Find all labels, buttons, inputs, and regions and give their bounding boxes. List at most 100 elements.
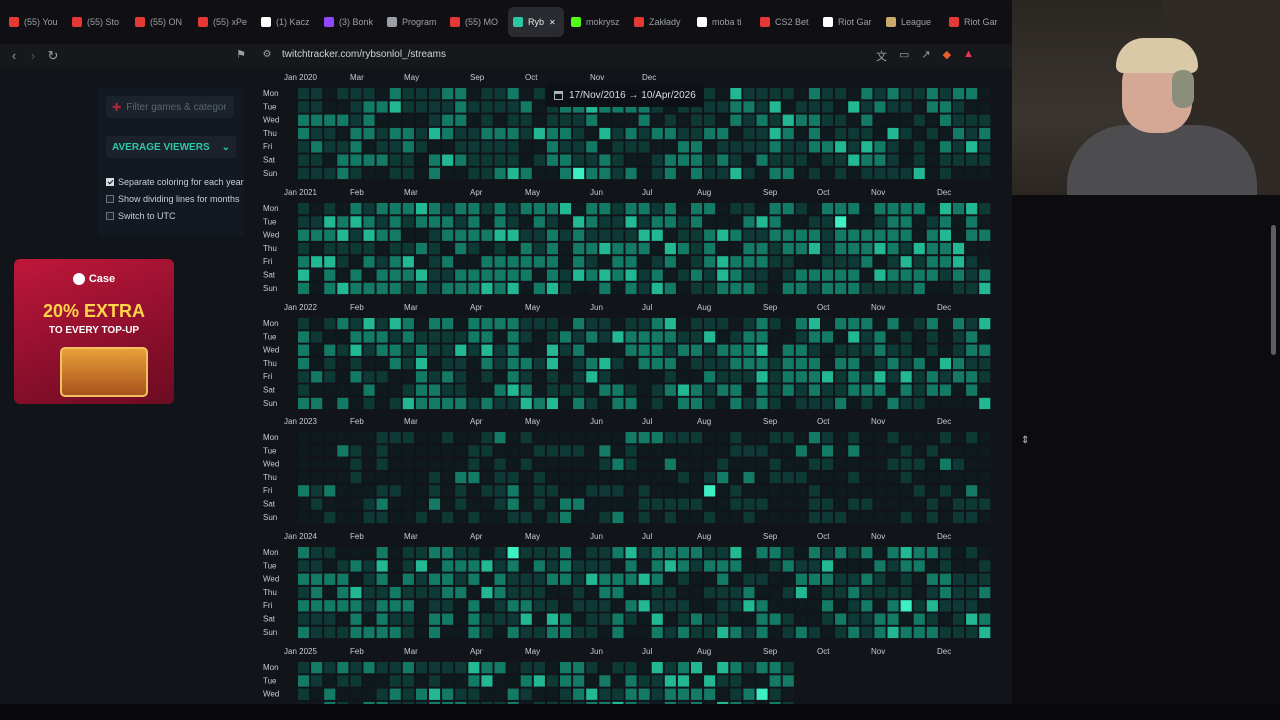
heatmap-cell[interactable]: [455, 229, 467, 241]
heatmap-cell[interactable]: [730, 458, 742, 470]
heatmap-cell[interactable]: [311, 331, 323, 343]
heatmap-cell[interactable]: [808, 384, 820, 396]
heatmap-cell[interactable]: [546, 154, 558, 166]
heatmap-cell[interactable]: [887, 547, 899, 559]
heatmap-cell[interactable]: [756, 662, 768, 674]
heatmap-cell[interactable]: [468, 384, 480, 396]
heatmap-cell[interactable]: [573, 471, 585, 484]
heatmap-cell[interactable]: [651, 432, 663, 444]
heatmap-cell[interactable]: [311, 384, 323, 396]
heatmap-cell[interactable]: [415, 357, 427, 370]
heatmap-cell[interactable]: [743, 242, 755, 255]
heatmap-cell[interactable]: [677, 344, 689, 356]
heatmap-cell[interactable]: [402, 511, 414, 524]
heatmap-cell[interactable]: [913, 318, 925, 330]
heatmap-cell[interactable]: [704, 269, 716, 281]
heatmap-cell[interactable]: [533, 242, 545, 255]
heatmap-cell[interactable]: [599, 384, 611, 396]
heatmap-cell[interactable]: [638, 445, 650, 457]
heatmap-cell[interactable]: [494, 445, 506, 457]
heatmap-cell[interactable]: [625, 485, 637, 497]
heatmap-cell[interactable]: [311, 269, 323, 281]
heatmap-cell[interactable]: [311, 318, 323, 330]
heatmap-cell[interactable]: [520, 256, 532, 268]
heatmap-cell[interactable]: [717, 397, 729, 410]
heatmap-cell[interactable]: [324, 88, 336, 100]
heatmap-cell[interactable]: [795, 114, 807, 126]
heatmap-cell[interactable]: [520, 216, 532, 228]
heatmap-cell[interactable]: [573, 458, 585, 470]
heatmap-cell[interactable]: [782, 560, 794, 572]
heatmap-cell[interactable]: [979, 331, 991, 343]
heatmap-cell[interactable]: [939, 511, 951, 524]
heatmap-cell[interactable]: [415, 547, 427, 559]
heatmap-cell[interactable]: [429, 282, 441, 295]
heatmap-cell[interactable]: [979, 471, 991, 484]
heatmap-cell[interactable]: [376, 88, 388, 100]
heatmap-cell[interactable]: [612, 229, 624, 241]
heatmap-cell[interactable]: [979, 458, 991, 470]
heatmap-cell[interactable]: [612, 154, 624, 166]
heatmap-cell[interactable]: [533, 318, 545, 330]
heatmap-cell[interactable]: [691, 397, 703, 410]
heatmap-cell[interactable]: [520, 344, 532, 356]
heatmap-cell[interactable]: [311, 547, 323, 559]
heatmap-cell[interactable]: [808, 256, 820, 268]
heatmap-cell[interactable]: [625, 216, 637, 228]
heatmap-cell[interactable]: [939, 471, 951, 484]
heatmap-cell[interactable]: [415, 242, 427, 255]
heatmap-cell[interactable]: [717, 586, 729, 599]
heatmap-cell[interactable]: [651, 600, 663, 612]
heatmap-cell[interactable]: [795, 626, 807, 639]
heatmap-cell[interactable]: [808, 626, 820, 639]
heatmap-cell[interactable]: [311, 242, 323, 255]
heatmap-cell[interactable]: [926, 203, 938, 215]
heatmap-cell[interactable]: [546, 384, 558, 396]
heatmap-cell[interactable]: [926, 397, 938, 410]
heatmap-cell[interactable]: [455, 114, 467, 126]
heatmap-cell[interactable]: [664, 471, 676, 484]
heatmap-cell[interactable]: [861, 114, 873, 126]
heatmap-cell[interactable]: [900, 397, 912, 410]
heatmap-cell[interactable]: [533, 203, 545, 215]
heatmap-cell[interactable]: [298, 445, 310, 457]
heatmap-cell[interactable]: [822, 203, 834, 215]
heatmap-cell[interactable]: [455, 242, 467, 255]
heatmap-cell[interactable]: [782, 88, 794, 100]
heatmap-cell[interactable]: [677, 282, 689, 295]
heatmap-cell[interactable]: [743, 560, 755, 572]
heatmap-cell[interactable]: [560, 547, 572, 559]
heatmap-cell[interactable]: [979, 114, 991, 126]
heatmap-cell[interactable]: [900, 586, 912, 599]
heatmap-cell[interactable]: [900, 216, 912, 228]
heatmap-cell[interactable]: [533, 331, 545, 343]
heatmap-cell[interactable]: [638, 256, 650, 268]
heatmap-cell[interactable]: [429, 101, 441, 113]
heatmap-cell[interactable]: [717, 203, 729, 215]
heatmap-cell[interactable]: [717, 471, 729, 484]
heatmap-cell[interactable]: [612, 675, 624, 687]
heatmap-cell[interactable]: [625, 167, 637, 180]
heatmap-cell[interactable]: [429, 229, 441, 241]
heatmap-cell[interactable]: [599, 688, 611, 700]
heatmap-cell[interactable]: [324, 600, 336, 612]
heatmap-cell[interactable]: [481, 101, 493, 113]
heatmap-cell[interactable]: [848, 318, 860, 330]
heatmap-cell[interactable]: [822, 485, 834, 497]
heatmap-cell[interactable]: [507, 560, 519, 572]
heatmap-cell[interactable]: [546, 242, 558, 255]
heatmap-cell[interactable]: [861, 371, 873, 383]
heatmap-cell[interactable]: [481, 357, 493, 370]
heatmap-cell[interactable]: [939, 458, 951, 470]
heatmap-cell[interactable]: [979, 371, 991, 383]
heatmap-cell[interactable]: [795, 547, 807, 559]
heatmap-cell[interactable]: [363, 445, 375, 457]
heatmap-cell[interactable]: [298, 101, 310, 113]
heatmap-cell[interactable]: [350, 88, 362, 100]
heatmap-cell[interactable]: [953, 242, 965, 255]
heatmap-cell[interactable]: [494, 344, 506, 356]
heatmap-cell[interactable]: [651, 203, 663, 215]
heatmap-cell[interactable]: [677, 242, 689, 255]
heatmap-cell[interactable]: [874, 547, 886, 559]
heatmap-cell[interactable]: [677, 269, 689, 281]
